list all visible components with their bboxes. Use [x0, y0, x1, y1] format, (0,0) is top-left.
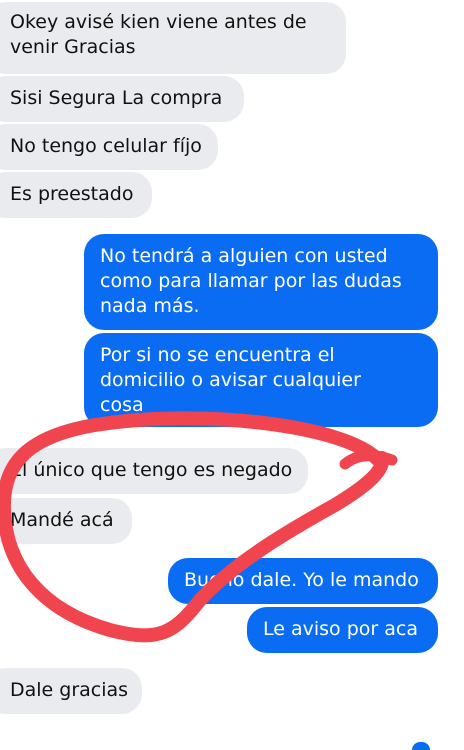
message-sent[interactable]: Por si no se encuentra el domicilio o av…: [84, 333, 438, 427]
message-received[interactable]: El único que tengo es negado: [0, 448, 308, 494]
message-sent[interactable]: No tendrá a alguien con usted como para …: [84, 234, 438, 330]
message-sent[interactable]: Le aviso por aca: [247, 607, 438, 653]
chat-conversation: Okey avisé kien viene antes de venir Gra…: [0, 0, 464, 750]
message-received[interactable]: Mandé acá: [0, 498, 132, 544]
message-received[interactable]: Okey avisé kien viene antes de venir Gra…: [0, 2, 346, 74]
message-received[interactable]: Dale gracias: [0, 668, 142, 714]
message-received[interactable]: Es preestado: [0, 172, 152, 218]
message-received[interactable]: No tengo celular fíjo: [0, 124, 218, 170]
message-sent[interactable]: Bueno dale. Yo le mando: [168, 558, 438, 604]
message-received[interactable]: Sisi Segura La compra: [0, 76, 244, 122]
next-message-edge: [412, 742, 430, 750]
